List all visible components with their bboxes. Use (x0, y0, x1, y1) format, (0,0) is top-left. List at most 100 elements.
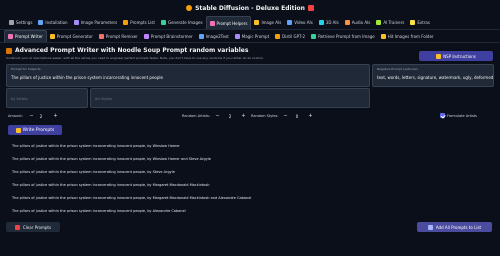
artists-select[interactable]: by Artists (6, 88, 88, 108)
page-title: Advanced Prompt Writer with Noodle Soup … (15, 47, 249, 54)
writer-icon (8, 34, 13, 39)
tab-label: Generate Images (167, 20, 203, 25)
image-ai-icon (254, 20, 260, 25)
tab-label: Extras (417, 20, 430, 25)
negative-prompt-value: text, words, letters, signature, waterma… (377, 75, 494, 80)
styles-placeholder: Art Styles (95, 97, 112, 101)
tab-extras[interactable]: Extras (407, 16, 433, 29)
brainstorm-icon (143, 33, 149, 39)
random-styles-decrement-button[interactable]: − (282, 112, 289, 120)
generator-icon (49, 33, 55, 39)
audio-ai-icon (344, 20, 350, 25)
nsp-instructions-button[interactable]: NSP Instructions (419, 51, 493, 61)
subtab-prompt-brainstormer[interactable]: Prompt Brainstormer (141, 30, 196, 42)
amount-increment-button[interactable]: + (52, 112, 59, 120)
tab-label: Hit Images from Folder (387, 33, 434, 39)
amount-input[interactable]: 2 (36, 112, 46, 120)
styles-select[interactable]: Art Styles (90, 88, 370, 108)
tab-installation[interactable]: Installation (35, 16, 70, 29)
tab-video-ais[interactable]: Video AIs (284, 16, 315, 29)
list-item: The pillars of justice within the prison… (12, 196, 252, 200)
main-tab-bar: Settings Installation Image Parameters Prom… (0, 16, 500, 30)
tab-label: Prompt Remixer (105, 33, 138, 39)
tab-image-ais[interactable]: Image AIs (251, 16, 284, 29)
threed-ai-icon (318, 20, 324, 25)
tab-generate-images[interactable]: Generate Images (158, 16, 206, 29)
list-icon (123, 20, 129, 25)
subtab-prompt-writer[interactable]: Prompt Writer (4, 30, 47, 42)
x-icon (14, 224, 20, 230)
tab-label: Image AIs (261, 20, 282, 25)
list-item: The pillars of justice within the prison… (12, 170, 175, 174)
helpers-icon (209, 20, 215, 26)
add-all-prompts-button[interactable]: Add All Prompts to List (417, 222, 492, 232)
image2text-icon (198, 33, 204, 39)
tab-label: Audio AIs (351, 20, 371, 25)
tab-label: Image Parameters (80, 20, 118, 25)
prompt-field[interactable]: Prompt for Subjects The pillars of justi… (6, 64, 370, 87)
subtab-hit-images-from-folder[interactable]: Hit Images from Folder (378, 30, 437, 42)
subtab-image2text[interactable]: Image2Text (196, 30, 232, 42)
tab-settings[interactable]: Settings (6, 16, 35, 29)
subtab-magic-prompt[interactable]: Magic Prompt (232, 30, 272, 42)
formulate-artists-label: Formulate Artists (447, 114, 477, 118)
prompt-value: The pillars of justice within the prison… (11, 75, 163, 80)
subtab-retrieve-prompt-from-image[interactable]: Retrieve Prompt from Image (308, 30, 378, 42)
random-styles-increment-button[interactable]: + (307, 112, 314, 120)
app-title: Stable Diffusion - Deluxe Edition (195, 4, 305, 12)
list-item: The pillars of justice within the prison… (12, 209, 186, 213)
prompt-label: Prompt for Subjects (11, 67, 41, 71)
image-params-icon (73, 20, 79, 25)
palette-icon (186, 5, 193, 11)
tab-label: Prompt Generator (56, 33, 93, 39)
extras-icon (410, 20, 416, 25)
tab-label: Installation (45, 20, 68, 25)
random-styles-label: Random Styles: (251, 114, 279, 118)
random-artists-label: Random Artists: (182, 114, 210, 118)
checkbox-checked-icon (440, 113, 445, 118)
amount-decrement-button[interactable]: − (28, 112, 35, 120)
video-ai-icon (287, 20, 293, 25)
write-prompts-button[interactable]: Write Prompts (8, 125, 62, 135)
folder-icon (380, 33, 386, 39)
tab-label: Distil GPT-2 (282, 33, 306, 39)
tab-label: Prompt Helpers (216, 20, 248, 26)
list-item: The pillars of justice within the prison… (12, 183, 210, 187)
clear-prompts-button[interactable]: Clear Prompts (6, 222, 60, 232)
tab-3d-ais[interactable]: 3D AIs (316, 16, 342, 29)
tab-ai-trainers[interactable]: AI Trainers (373, 16, 407, 29)
trainers-icon (376, 20, 382, 25)
tab-image-parameters[interactable]: Image Parameters (71, 16, 121, 29)
tab-label: AI Trainers (383, 20, 405, 25)
paint-icon (307, 5, 314, 11)
tab-prompts-list[interactable]: Prompts List (120, 16, 158, 29)
page-heading: Advanced Prompt Writer with Noodle Soup … (6, 47, 248, 54)
tab-label: Settings (16, 20, 33, 25)
tab-label: Video AIs (294, 20, 313, 25)
random-styles-input[interactable]: 0 (292, 112, 302, 120)
remixer-icon (98, 33, 104, 39)
subtab-distil-gpt-2[interactable]: Distil GPT-2 (272, 30, 308, 42)
generate-icon (160, 20, 166, 25)
subtab-prompt-remixer[interactable]: Prompt Remixer (96, 30, 141, 42)
list-item: The pillars of justice within the prison… (12, 144, 180, 148)
distil-icon (275, 33, 281, 39)
random-artists-input[interactable]: 2 (225, 112, 235, 120)
negative-prompt-field[interactable]: Negative Prompt (optional) text, words, … (372, 64, 494, 87)
random-artists-decrement-button[interactable]: − (214, 112, 221, 120)
sub-tab-bar: Prompt Writer Prompt Generator Prompt Remi… (0, 30, 500, 43)
tab-label: Image2Text (205, 33, 229, 39)
plus-icon (427, 224, 433, 230)
amount-label: Amount: (8, 114, 23, 118)
list-item: The pillars of justice within the prison… (12, 157, 211, 161)
subtab-prompt-generator[interactable]: Prompt Generator (47, 30, 96, 42)
app-title-bar: Stable Diffusion - Deluxe Edition (0, 0, 500, 16)
gear-icon (9, 20, 14, 25)
tab-label: Retrieve Prompt from Image (318, 33, 375, 39)
tab-prompt-helpers[interactable]: Prompt Helpers (205, 16, 252, 29)
tab-label: Prompt Brainstormer (150, 33, 193, 39)
tab-audio-ais[interactable]: Audio AIs (342, 16, 374, 29)
install-icon (38, 20, 44, 25)
random-artists-increment-button[interactable]: + (240, 112, 247, 120)
tab-label: 3D AIs (325, 20, 339, 25)
